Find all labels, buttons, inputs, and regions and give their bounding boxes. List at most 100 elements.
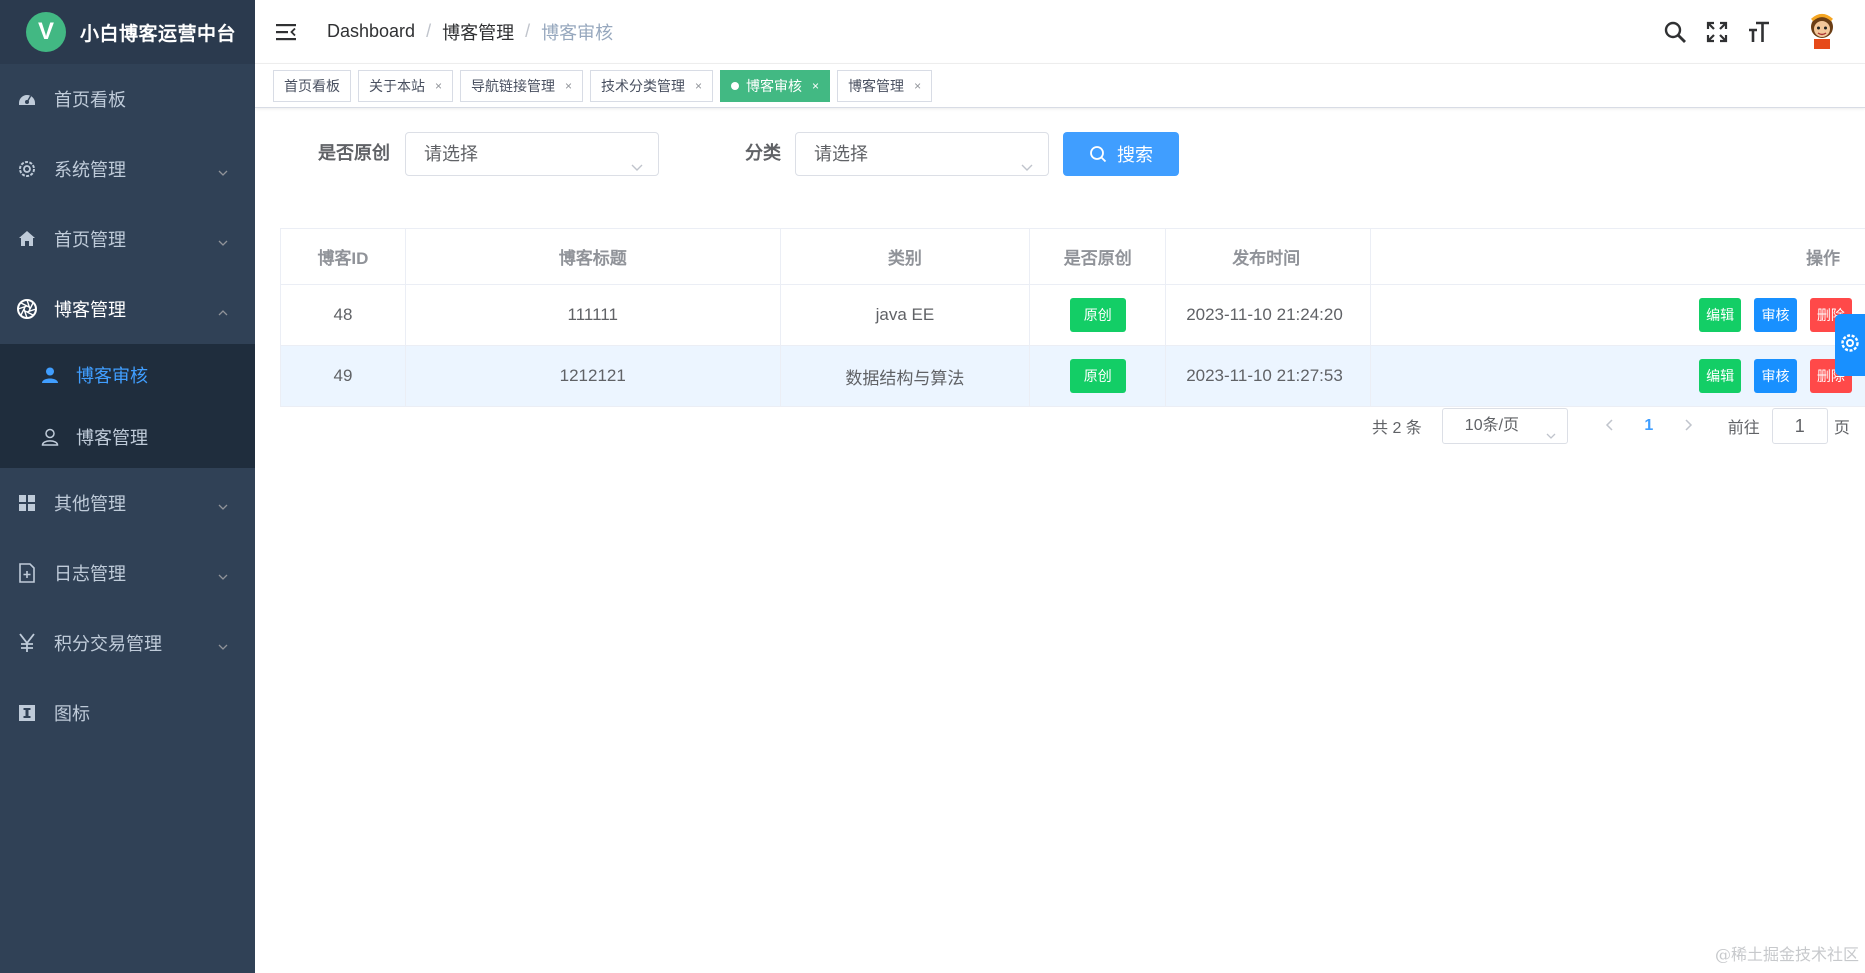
sidebar-item-blog[interactable]: 博客管理 <box>0 274 255 344</box>
cell-category: java EE <box>780 285 1031 346</box>
gear-icon <box>16 158 38 180</box>
prev-page-icon[interactable] <box>1594 416 1624 437</box>
original-badge: 原创 <box>1069 359 1126 393</box>
close-icon[interactable]: × <box>565 79 572 93</box>
goto-page-input[interactable]: 1 <box>1771 408 1828 444</box>
tag-blog-audit[interactable]: 博客审核 × <box>720 69 831 102</box>
font-size-icon[interactable] <box>1745 18 1773 46</box>
chevron-down-icon <box>1020 147 1034 189</box>
sidebar-item-other[interactable]: 其他管理 <box>0 468 255 538</box>
sidebar-item-label: 博客管理 <box>54 300 126 320</box>
tag-label: 导航链接管理 <box>471 77 556 94</box>
dashboard-icon <box>16 88 38 110</box>
table-header-row: 博客ID 博客标题 类别 是否原创 发布时间 操作 <box>281 229 1865 285</box>
chevron-down-icon <box>630 147 644 189</box>
sidebar-item-label: 首页管理 <box>54 230 126 250</box>
cell-original: 原创 <box>1030 346 1167 407</box>
cell-time: 2023-11-10 21:27:53 <box>1166 346 1372 407</box>
column-header-title: 博客标题 <box>405 229 781 285</box>
search-form: 是否原创 请选择 分类 请选择 搜索 <box>255 130 1865 176</box>
pagination-total: 共 2 条 <box>1372 420 1422 437</box>
page-jumper: 前往 1 页 <box>1728 408 1850 444</box>
sidebar-item-dashboard[interactable]: 首页看板 <box>0 64 255 134</box>
cell-actions: 编辑 审核 删除 <box>1371 285 1865 346</box>
category-filter-select[interactable]: 请选择 <box>795 132 1049 176</box>
breadcrumb-current: 博客审核 <box>541 22 614 43</box>
close-icon[interactable]: × <box>435 79 442 93</box>
sidebar-item-label: 其他管理 <box>54 494 126 514</box>
sidebar-item-system[interactable]: 系统管理 <box>0 134 255 204</box>
sidebar-item-icons[interactable]: 图标 <box>0 678 255 748</box>
blog-table: 博客ID 博客标题 类别 是否原创 发布时间 操作 48 111111 java… <box>280 228 1865 407</box>
tag-dashboard[interactable]: 首页看板 <box>273 69 351 102</box>
close-icon[interactable]: × <box>695 79 702 93</box>
search-icon[interactable] <box>1661 18 1689 46</box>
original-filter-select[interactable]: 请选择 <box>405 132 659 176</box>
cell-category: 数据结构与算法 <box>780 346 1031 407</box>
blog-submenu: 博客审核 博客管理 <box>0 344 255 468</box>
cell-id: 49 <box>281 346 406 407</box>
tag-label: 博客审核 <box>746 77 803 94</box>
breadcrumb-blog-manage[interactable]: 博客管理 <box>442 19 514 45</box>
column-header-original: 是否原创 <box>1030 229 1167 285</box>
settings-drawer-toggle[interactable] <box>1835 314 1865 376</box>
page-size-select[interactable]: 10条/页 <box>1441 408 1568 444</box>
tag-about[interactable]: 关于本站 × <box>358 69 454 102</box>
gear-icon <box>1839 332 1861 359</box>
chevron-down-icon <box>217 233 229 254</box>
tag-tech-category[interactable]: 技术分类管理 × <box>590 69 714 102</box>
sidebar-item-home[interactable]: 首页管理 <box>0 204 255 274</box>
table-row[interactable]: 48 111111 java EE 原创 2023-11-10 21:24:20… <box>281 285 1865 346</box>
document-add-icon <box>16 562 38 584</box>
sidebar-item-blog-audit[interactable]: 博客审核 <box>0 344 255 406</box>
chevron-down-icon <box>217 567 229 588</box>
logo[interactable]: V 小白博客运营中台 <box>0 0 255 64</box>
breadcrumb-separator: / <box>426 21 432 41</box>
breadcrumb-separator: / <box>525 21 531 41</box>
original-filter-label: 是否原创 <box>318 143 390 163</box>
column-header-id: 博客ID <box>281 229 406 285</box>
app-title: 小白博客运营中台 <box>80 23 237 45</box>
chevron-down-icon <box>217 497 229 518</box>
table-row[interactable]: 49 1212121 数据结构与算法 原创 2023-11-10 21:27:5… <box>281 346 1865 407</box>
sidebar-item-label: 积分交易管理 <box>54 634 162 654</box>
close-icon[interactable]: × <box>812 79 819 93</box>
user-icon <box>40 365 60 385</box>
cell-original: 原创 <box>1030 285 1167 346</box>
tag-label: 关于本站 <box>369 77 425 94</box>
audit-button[interactable]: 审核 <box>1754 359 1797 393</box>
home-icon <box>16 228 38 250</box>
search-button[interactable]: 搜索 <box>1063 132 1179 176</box>
goto-label: 前往 <box>1727 420 1760 437</box>
cell-id: 48 <box>281 285 406 346</box>
sidebar-item-points[interactable]: 积分交易管理 <box>0 608 255 678</box>
original-badge: 原创 <box>1069 298 1126 332</box>
tag-label: 技术分类管理 <box>601 77 686 94</box>
sidebar-item-label: 图标 <box>54 704 90 724</box>
avatar[interactable] <box>1805 12 1839 52</box>
breadcrumb-dashboard[interactable]: Dashboard <box>327 21 415 42</box>
edit-button[interactable]: 编辑 <box>1699 298 1742 332</box>
chevron-down-icon <box>217 163 229 184</box>
navbar-right <box>1661 0 1865 64</box>
tag-label: 博客管理 <box>848 77 905 94</box>
search-icon <box>1089 145 1107 163</box>
tag-nav-links[interactable]: 导航链接管理 × <box>460 69 584 102</box>
chevron-up-icon <box>217 303 229 324</box>
audit-button[interactable]: 审核 <box>1754 298 1797 332</box>
tag-blog-manage[interactable]: 博客管理 × <box>837 69 933 102</box>
sidebar-item-blog-manage[interactable]: 博客管理 <box>0 406 255 468</box>
close-icon[interactable]: × <box>914 79 921 93</box>
fullscreen-icon[interactable] <box>1703 18 1731 46</box>
next-page-icon[interactable] <box>1674 416 1704 437</box>
edit-button[interactable]: 编辑 <box>1699 359 1742 393</box>
breadcrumb: Dashboard / 博客管理 / 博客审核 <box>327 19 613 45</box>
sidebar-item-logs[interactable]: 日志管理 <box>0 538 255 608</box>
hamburger-icon[interactable] <box>275 20 299 44</box>
page-number-current[interactable]: 1 <box>1624 417 1674 435</box>
navbar: Dashboard / 博客管理 / 博客审核 <box>255 0 1865 64</box>
select-placeholder: 请选择 <box>424 144 478 164</box>
page-size-value: 10条/页 <box>1464 417 1520 434</box>
cell-actions: 编辑 审核 删除 <box>1371 346 1865 407</box>
column-header-category: 类别 <box>780 229 1031 285</box>
